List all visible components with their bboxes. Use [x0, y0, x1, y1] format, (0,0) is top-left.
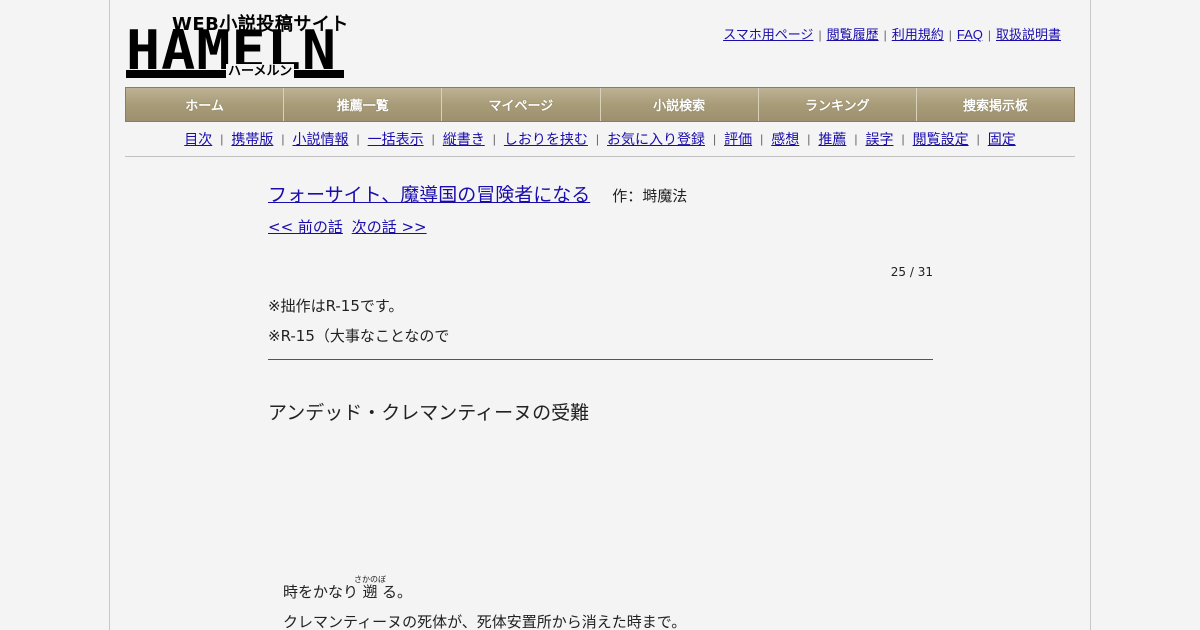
separator: | — [760, 132, 764, 146]
faq-link[interactable]: FAQ — [957, 27, 983, 42]
smartphone-page-link[interactable]: スマホ用ページ — [723, 27, 813, 42]
separator: | — [901, 132, 905, 146]
subnav-novel-info[interactable]: 小説情報 — [293, 129, 349, 149]
browse-history-link[interactable]: 閲覧履歴 — [827, 27, 879, 42]
nav-tab-search-board[interactable]: 捜索掲示板 — [916, 88, 1075, 121]
subnav-vertical[interactable]: 縦書き — [443, 129, 485, 149]
novel-content: フォーサイト、魔導国の冒険者になる 作：塒魔法 << 前の話 次の話 >> 25… — [268, 180, 933, 630]
body-text-segment: 時をかなり — [283, 583, 359, 601]
ruby-reading: さかのぼ — [354, 575, 387, 584]
ruby-word: 遡さかのぼ — [354, 575, 387, 601]
title-row: フォーサイト、魔導国の冒険者になる 作：塒魔法 — [268, 180, 933, 207]
novel-title-link[interactable]: フォーサイト、魔導国の冒険者になる — [268, 180, 590, 207]
main-nav: ホーム 推薦一覧 マイページ 小説検索 ランキング 捜索掲示板 — [125, 87, 1075, 122]
separator: | — [431, 132, 435, 146]
body-line: 時をかなり遡さかのぼる。 — [283, 575, 933, 607]
manual-link[interactable]: 取扱説明書 — [996, 27, 1061, 42]
nav-tab-ranking[interactable]: ランキング — [758, 88, 917, 121]
subnav-show-all[interactable]: 一括表示 — [368, 129, 424, 149]
body-line: クレマンティーヌの死体が、死体安置所から消えた時まで。 — [283, 613, 687, 630]
separator: | — [492, 132, 496, 146]
separator: | — [854, 132, 858, 146]
subnav-comments[interactable]: 感想 — [771, 129, 799, 149]
episode-nav: << 前の話 次の話 >> — [268, 216, 933, 237]
separator: | — [883, 28, 887, 42]
nav-tab-mypage[interactable]: マイページ — [442, 88, 601, 121]
separator: | — [595, 132, 599, 146]
separator: | — [976, 132, 980, 146]
subnav-rating[interactable]: 評価 — [724, 129, 752, 149]
subnav-mobile[interactable]: 携帯版 — [231, 129, 273, 149]
separator: | — [713, 132, 717, 146]
episode-counter: 25 / 31 — [890, 265, 933, 279]
author-name: 作：塒魔法 — [612, 187, 688, 205]
chapter-title: アンデッド・クレマンティーヌの受難 — [268, 402, 590, 424]
subnav-pin[interactable]: 固定 — [988, 129, 1016, 149]
subnav-favorite[interactable]: お気に入り登録 — [607, 129, 705, 149]
subnav-toc[interactable]: 目次 — [184, 129, 212, 149]
author-notes: ※拙作はR-15です。 ※R-15（大事なことなので — [268, 291, 933, 360]
separator: | — [807, 132, 811, 146]
nav-tab-home[interactable]: ホーム — [126, 88, 285, 121]
subnav-recommend[interactable]: 推薦 — [818, 129, 846, 149]
page-container: WEB小説投稿サイト HAMELN ハーメルン スマホ用ページ | 閲覧履歴 | 利用規… — [109, 0, 1091, 630]
separator: | — [948, 28, 952, 42]
next-episode-link[interactable]: 次の話 >> — [352, 218, 427, 236]
separator: | — [818, 28, 822, 42]
body-text-segment: る。 — [382, 583, 413, 601]
note-line: ※拙作はR-15です。 — [268, 297, 404, 315]
note-line: ※R-15（大事なことなので — [268, 327, 450, 345]
subnav-bookmark[interactable]: しおりを挟む — [504, 129, 588, 149]
subnav-view-settings[interactable]: 閲覧設定 — [913, 129, 969, 149]
hameln-logo[interactable]: WEB小説投稿サイト HAMELN ハーメルン — [126, 10, 348, 80]
separator: | — [220, 132, 224, 146]
prev-episode-link[interactable]: << 前の話 — [268, 218, 343, 236]
subnav-typo[interactable]: 誤字 — [866, 129, 894, 149]
separator: | — [987, 28, 991, 42]
chapter-body: 時をかなり遡さかのぼる。 クレマンティーヌの死体が、死体安置所から消えた時まで。 — [268, 575, 933, 630]
novel-sub-nav: 目次 | 携帯版 | 小説情報 | 一括表示 | 縦書き | しおりを挟む | お気に入り登… — [125, 122, 1075, 157]
separator: | — [281, 132, 285, 146]
terms-link[interactable]: 利用規約 — [892, 27, 944, 42]
top-links: スマホ用ページ | 閲覧履歴 | 利用規約 | FAQ | 取扱説明書 — [723, 24, 1061, 43]
logo-kana: ハーメルン — [226, 64, 295, 80]
separator: | — [356, 132, 360, 146]
nav-tab-novel-search[interactable]: 小説検索 — [600, 88, 759, 121]
nav-tab-recommendations[interactable]: 推薦一覧 — [284, 88, 443, 121]
